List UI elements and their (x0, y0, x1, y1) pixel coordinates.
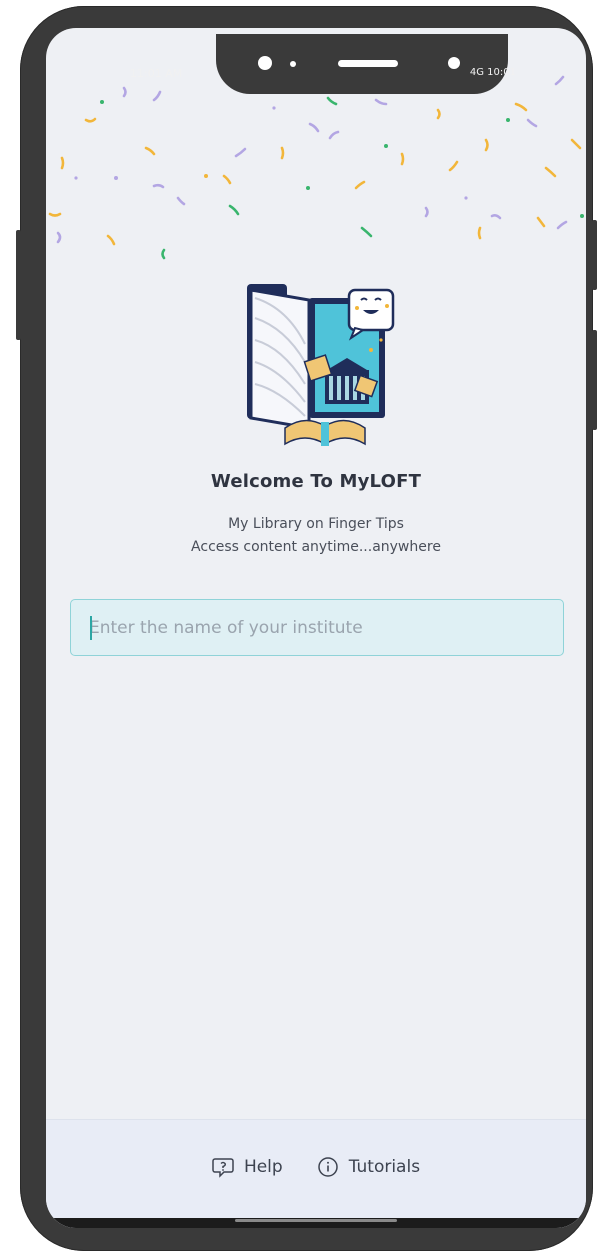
welcome-subtitle-line2: Access content anytime...anywhere (191, 539, 441, 555)
book-phone-illustration (247, 284, 395, 446)
earpiece-speaker (338, 60, 398, 67)
tutorials-label: Tutorials (348, 1157, 421, 1177)
front-camera-icon (258, 56, 272, 70)
status-indicators: 4G 10:01 (469, 67, 516, 78)
sensor-dot-icon (290, 61, 296, 67)
footer-bar: Help Tutorials (46, 1119, 586, 1228)
help-bubble-icon (212, 1158, 234, 1178)
tutorials-button[interactable]: Tutorials (317, 1156, 420, 1178)
welcome-title: Welcome To MyLOFT (210, 471, 422, 492)
phone-notch (216, 34, 508, 94)
welcome-subtitle-line1: My Library on Finger Tips (228, 516, 404, 532)
phone-side-button (592, 330, 597, 430)
proximity-sensor-icon (448, 57, 460, 69)
institute-search-field[interactable] (70, 599, 564, 656)
help-button[interactable]: Help (212, 1156, 283, 1178)
home-indicator[interactable] (235, 1219, 397, 1222)
app-screen: 11:01 AM 4G 10:01 Welcome To MyLOFT My L… (46, 28, 586, 1228)
text-cursor (90, 616, 92, 640)
institute-search-input[interactable] (89, 617, 529, 638)
status-time: 11:01 AM (130, 67, 183, 80)
info-circle-icon (317, 1157, 338, 1177)
phone-side-button (16, 230, 21, 340)
help-label: Help (243, 1157, 283, 1177)
phone-side-button (592, 220, 597, 290)
